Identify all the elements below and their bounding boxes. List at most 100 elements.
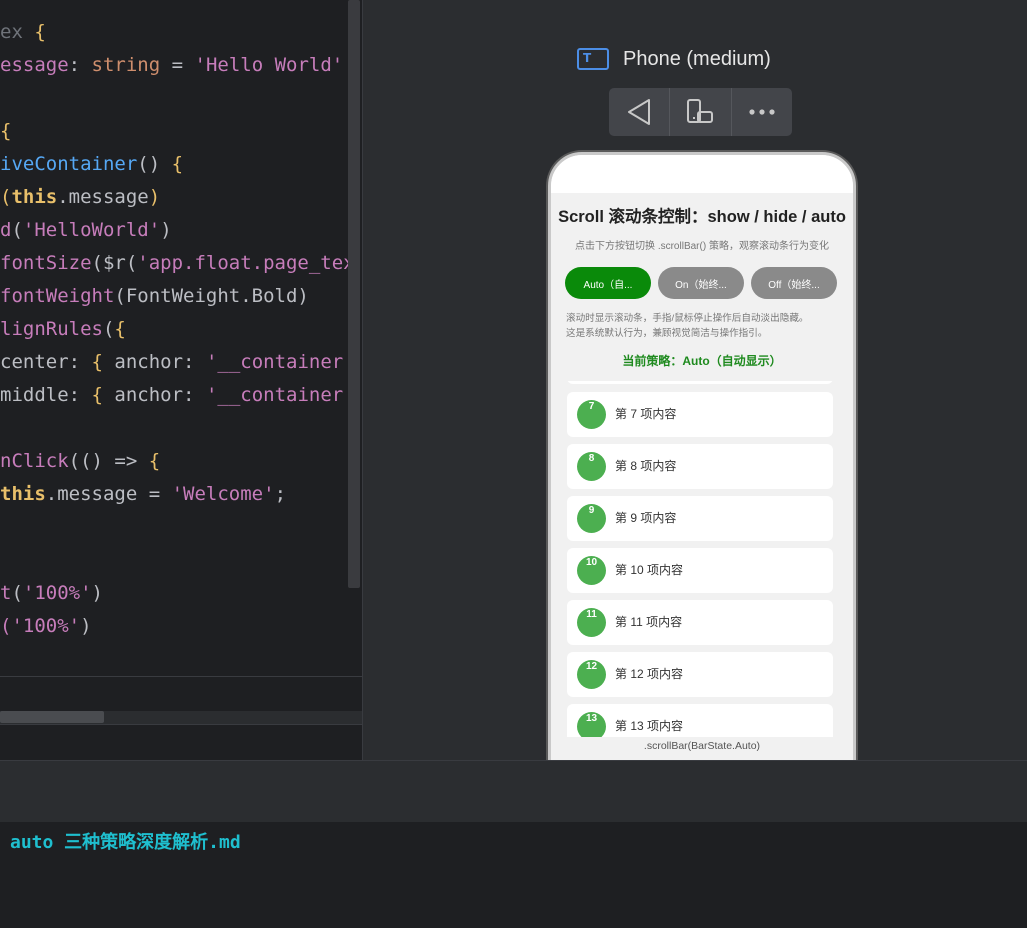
code-line[interactable]: middle: { anchor: '__container	[0, 379, 343, 412]
code-token: (	[11, 219, 23, 241]
code-token: lignRules	[0, 318, 103, 340]
list-item[interactable]: 7 第 7 项内容	[567, 392, 833, 437]
footer-code-hint: .scrollBar(BarState.Auto)	[643, 740, 761, 752]
auto-mode-button[interactable]: Auto（自...	[565, 267, 651, 299]
scroll-list[interactable]: 7 第 7 项内容 8 第 8 项内容 9 第 9 项内容 10 第 10 项内容 11 第 11…	[551, 381, 853, 737]
phone-screen: Scroll 滚动条控制：show / hide / auto 点击下方按钮切换…	[551, 155, 853, 760]
code-line[interactable]: ('100%')	[0, 610, 92, 643]
code-line[interactable]: fontSize($r('app.float.page_tex	[0, 247, 355, 280]
editor-divider-bottom	[0, 724, 362, 725]
editor-horizontal-scrollbar[interactable]	[0, 711, 104, 723]
code-token: (FontWeight.Bold)	[114, 285, 309, 307]
code-token: {	[0, 120, 12, 142]
phone-frame: Scroll 滚动条控制：show / hide / auto 点击下方按钮切换…	[548, 152, 856, 760]
code-token: '100%'	[22, 582, 92, 604]
item-number-badge: 10	[577, 556, 606, 585]
code-token: center	[0, 351, 69, 373]
list-item[interactable]: 8 第 8 项内容	[567, 444, 833, 489]
rotate-device-icon	[687, 99, 714, 123]
editor-vertical-scrollbar[interactable]	[348, 0, 360, 588]
item-text: 第 9 项内容	[615, 511, 677, 525]
item-text: 第 10 项内容	[615, 563, 684, 577]
code-line[interactable]: this.message = 'Welcome';	[0, 478, 286, 511]
code-token: .message =	[45, 483, 172, 505]
code-token: fontWeight	[0, 285, 115, 307]
item-text: 第 13 项内容	[615, 719, 684, 733]
item-number-badge: 12	[577, 660, 606, 689]
code-token: {	[34, 21, 46, 43]
code-token: (	[102, 318, 115, 340]
code-token: anchor:	[102, 351, 206, 373]
code-token: middle	[0, 384, 69, 406]
code-line[interactable]: nClick(() => {	[0, 445, 160, 478]
item-text: 第 8 项内容	[615, 459, 677, 473]
code-token: {	[148, 450, 161, 472]
list-item[interactable]: 12 第 12 项内容	[567, 652, 833, 697]
item-text: 第 7 项内容	[615, 407, 677, 421]
item-text: 第 12 项内容	[615, 667, 684, 681]
code-line[interactable]: ex {	[0, 16, 46, 49]
code-token: =	[160, 54, 195, 76]
list-item[interactable]: 11 第 11 项内容	[567, 600, 833, 645]
code-token: {	[114, 318, 126, 340]
code-line[interactable]: fontWeight(FontWeight.Bold)	[0, 280, 309, 313]
item-text: 第 11 项内容	[615, 615, 683, 629]
on-mode-button[interactable]: On（始终...	[658, 267, 744, 299]
item-number-badge: 8	[577, 452, 606, 481]
code-token: anchor:	[102, 384, 206, 406]
previewer-panel: T Phone (medium) Scroll 滚动条控制：show / hid…	[363, 0, 1027, 760]
list-item[interactable]: 9 第 9 项内容	[567, 496, 833, 541]
code-token: .message	[57, 186, 149, 208]
code-token: (	[0, 186, 12, 208]
strategy-note: 滚动时显示滚动条，手指/鼠标停止操作后自动淡出隐藏。 这是系统默认行为，兼顾视觉…	[566, 311, 846, 341]
off-mode-button[interactable]: Off（始终...	[751, 267, 837, 299]
code-token: '__container	[205, 351, 344, 373]
code-token: string	[91, 54, 161, 76]
code-token: ;	[274, 483, 287, 505]
code-token: t	[0, 582, 12, 604]
code-token: (() =>	[68, 450, 149, 472]
code-token: {	[91, 351, 103, 373]
list-item[interactable]: 13 第 13 项内容	[567, 704, 833, 737]
note-line: 滚动时显示滚动条，手指/鼠标停止操作后自动淡出隐藏。	[566, 313, 809, 324]
more-icon	[749, 109, 775, 115]
more-options-button[interactable]	[732, 88, 792, 136]
code-token: this	[0, 483, 46, 505]
bottom-panel-bar	[0, 760, 1027, 823]
code-token: :	[68, 54, 92, 76]
code-token: (	[0, 615, 12, 637]
code-token: this	[11, 186, 58, 208]
code-token: {	[171, 153, 184, 175]
code-token: (	[11, 582, 23, 604]
previewer-toolbar	[609, 88, 792, 136]
code-token: ()	[137, 153, 172, 175]
code-line[interactable]: (this.message)	[0, 181, 160, 214]
code-line[interactable]: center: { anchor: '__container	[0, 346, 343, 379]
code-line[interactable]: essage: string = 'Hello World'	[0, 49, 343, 82]
code-token: '100%'	[11, 615, 81, 637]
code-token: essage	[0, 54, 69, 76]
list-item[interactable]: 10 第 10 项内容	[567, 548, 833, 593]
current-strategy: 当前策略：Auto（自动显示）	[622, 354, 782, 368]
page-description: 点击下方按钮切换 .scrollBar() 策略，观察滚动条行为变化	[575, 241, 829, 252]
code-token: d	[0, 219, 12, 241]
code-line[interactable]: t('100%')	[0, 577, 103, 610]
tablet-icon: T	[577, 48, 609, 70]
code-token: {	[91, 384, 103, 406]
code-line[interactable]: lignRules({	[0, 313, 126, 346]
item-number-badge: 13	[577, 712, 606, 737]
code-line[interactable]: {	[0, 115, 11, 148]
code-token: 'Hello World'	[194, 54, 344, 76]
mode-button-group: Auto（自... On（始终... Off（始终...	[565, 267, 841, 299]
code-token: :	[68, 384, 92, 406]
device-header: T Phone (medium)	[577, 44, 771, 74]
code-line[interactable]: d('HelloWorld')	[0, 214, 172, 247]
rotate-device-button[interactable]	[670, 88, 732, 136]
code-token: 'HelloWorld'	[22, 219, 161, 241]
list-item-partial[interactable]	[567, 381, 833, 384]
code-editor[interactable]: ex {essage: string = 'Hello World'{iveCo…	[0, 0, 362, 760]
back-button[interactable]	[609, 88, 671, 136]
device-name: Phone (medium)	[623, 47, 771, 70]
code-line[interactable]: iveContainer() {	[0, 148, 183, 181]
code-token: nClick	[0, 450, 69, 472]
